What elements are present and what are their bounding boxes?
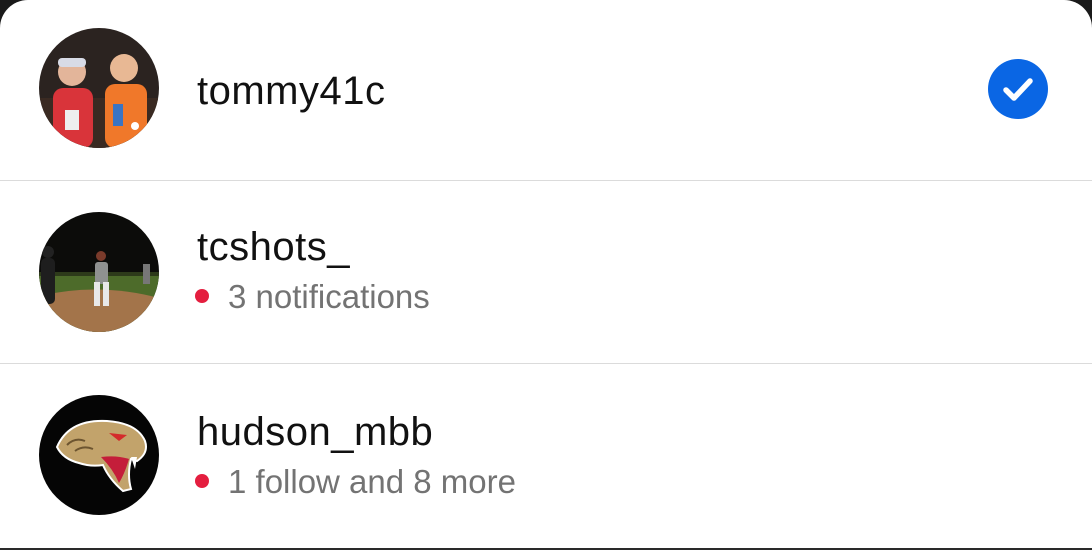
account-row-tcshots[interactable]: tcshots_ 3 notifications (0, 181, 1092, 364)
account-switcher-sheet: tommy41c tcshots_ 3 notifications hudson… (0, 0, 1092, 548)
notification-summary: 1 follow and 8 more (195, 465, 516, 498)
account-username: tcshots_ (197, 225, 350, 269)
avatar (39, 28, 159, 148)
avatar-photo-baseball (39, 212, 159, 332)
account-username: tommy41c (197, 69, 386, 113)
account-username: hudson_mbb (197, 410, 434, 454)
avatar-cobra-logo (39, 395, 159, 515)
notification-text: 3 notifications (228, 278, 430, 315)
account-row-hudson-mbb[interactable]: hudson_mbb 1 follow and 8 more (0, 364, 1092, 548)
notification-text: 1 follow and 8 more (228, 463, 516, 500)
checkmark-icon (988, 59, 1048, 119)
avatar-photo-kids (39, 28, 159, 148)
avatar (39, 212, 159, 332)
avatar (39, 395, 159, 515)
notification-dot-icon (195, 474, 209, 489)
account-row-tommy41c[interactable]: tommy41c (0, 0, 1092, 181)
notification-dot-icon (195, 289, 209, 304)
notification-summary: 3 notifications (195, 280, 430, 313)
